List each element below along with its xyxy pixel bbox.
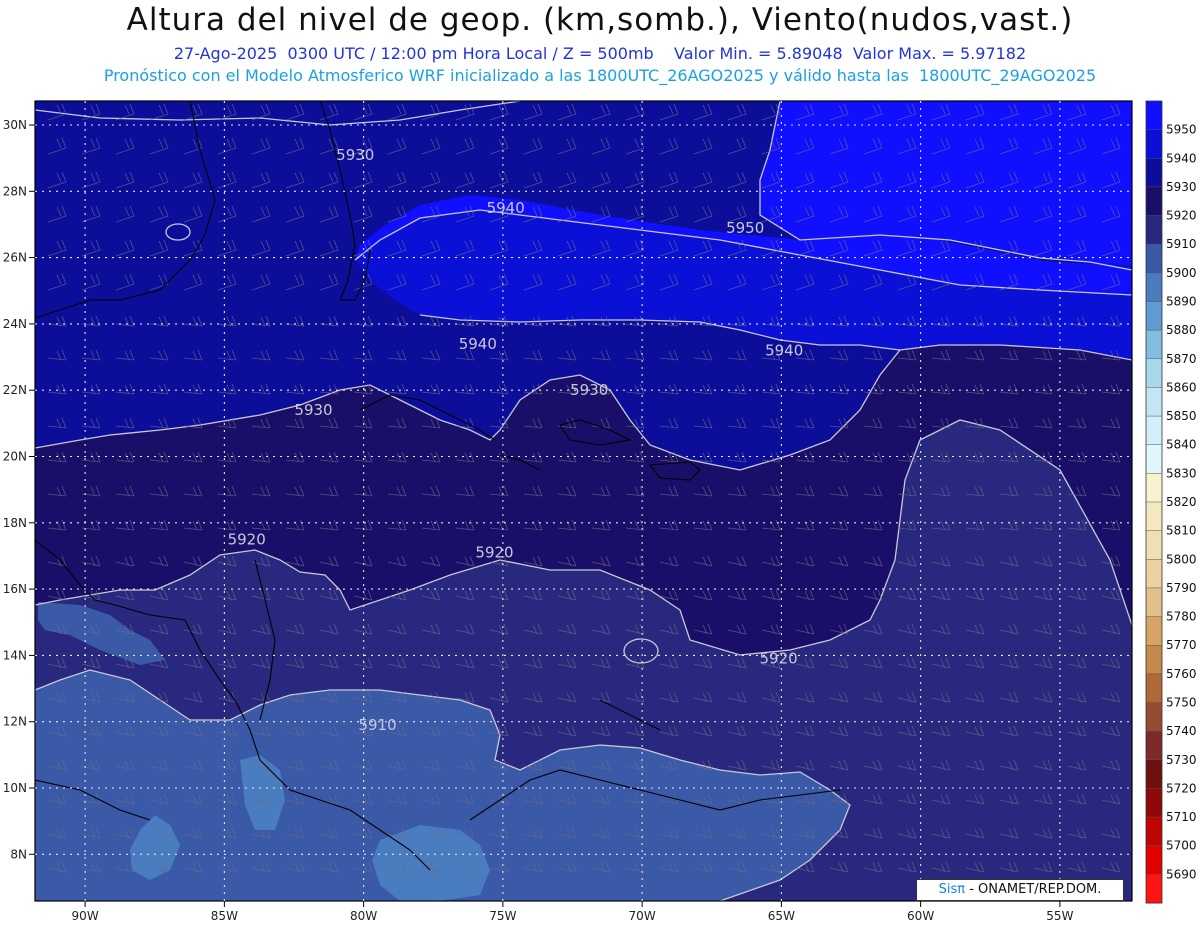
lat-label: 8N — [10, 847, 27, 861]
colorbar-label: 5940 — [1166, 151, 1197, 165]
colorbar-swatch — [1146, 473, 1162, 503]
colorbar-label: 5840 — [1166, 438, 1197, 452]
colorbar-label: 5700 — [1166, 839, 1197, 853]
contour-label: 5930 — [570, 381, 608, 399]
lat-label: 12N — [3, 715, 27, 729]
contour-label: 5910 — [358, 716, 396, 734]
colorbar-swatch — [1146, 759, 1162, 789]
colorbar-swatch — [1146, 101, 1162, 131]
colorbar-swatch — [1146, 129, 1162, 159]
colorbar-label: 5790 — [1166, 581, 1197, 595]
colorbar-swatch — [1146, 788, 1162, 818]
colorbar-label: 5710 — [1166, 810, 1197, 824]
colorbar-label: 5860 — [1166, 380, 1197, 394]
colorbar-label: 5720 — [1166, 781, 1197, 795]
lat-label: 24N — [3, 317, 27, 331]
colorbar-label: 5910 — [1166, 237, 1197, 251]
colorbar-swatch — [1146, 158, 1162, 188]
colorbar-label: 5880 — [1166, 323, 1197, 337]
lon-label: 90W — [72, 909, 99, 923]
colorbar-swatch — [1146, 215, 1162, 245]
lat-label: 20N — [3, 450, 27, 464]
colorbar-swatch — [1146, 416, 1162, 446]
colorbar-swatch — [1146, 874, 1162, 904]
colorbar-swatch — [1146, 186, 1162, 217]
contour-label: 5950 — [726, 219, 764, 237]
lon-label: 65W — [768, 909, 795, 923]
colorbar-label: 5850 — [1166, 409, 1197, 423]
contour-label: 5940 — [765, 341, 803, 359]
contour-label: 5920 — [475, 544, 513, 562]
colorbar-swatch — [1146, 387, 1162, 417]
colorbar-label: 5800 — [1166, 552, 1197, 566]
colorbar-label: 5810 — [1166, 524, 1197, 538]
lon-label: 85W — [211, 909, 238, 923]
lon-label: 70W — [629, 909, 656, 923]
contour-label: 5920 — [228, 530, 266, 548]
lon-label: 60W — [907, 909, 934, 923]
colorbar-swatch — [1146, 845, 1162, 875]
colorbar-swatch — [1146, 587, 1162, 618]
colorbar-label: 5920 — [1166, 209, 1197, 223]
colorbar-label: 5900 — [1166, 266, 1197, 280]
colorbar-swatch — [1146, 301, 1162, 331]
latitude-labels: 30N 28N 26N 24N 22N 20N 18N 16N 14N 12N 10N 8N — [3, 118, 27, 861]
colorbar-label: 5950 — [1166, 123, 1197, 137]
colorbar-label: 5890 — [1166, 295, 1197, 309]
colorbar-label: 5760 — [1166, 667, 1197, 681]
colorbar-label: 5740 — [1166, 724, 1197, 738]
colorbar-swatch — [1146, 673, 1162, 703]
colorbar-label: 5830 — [1166, 466, 1197, 480]
colorbar-label: 5780 — [1166, 610, 1197, 624]
lat-label: 14N — [3, 648, 27, 662]
colorbar-swatch — [1146, 530, 1162, 560]
lat-label: 26N — [3, 251, 27, 265]
lon-label: 75W — [489, 909, 516, 923]
colorbar-swatch — [1146, 444, 1162, 474]
colorbar-swatch — [1146, 330, 1162, 360]
lat-label: 22N — [3, 383, 27, 397]
contour-label: 5930 — [336, 146, 374, 164]
contour-label: 5940 — [459, 335, 497, 353]
colorbar-swatch — [1146, 731, 1162, 761]
lat-label: 16N — [3, 582, 27, 596]
contour-label: 5920 — [760, 650, 798, 668]
contour-label: 5930 — [294, 401, 332, 419]
colorbar-swatch — [1146, 559, 1162, 589]
colorbar-label: 5930 — [1166, 180, 1197, 194]
colorbar-swatch — [1146, 502, 1162, 532]
colorbar-swatch — [1146, 272, 1162, 302]
colorbar-label: 5770 — [1166, 638, 1197, 652]
contour-label: 5940 — [487, 199, 525, 217]
lon-label: 80W — [350, 909, 377, 923]
height-field — [35, 101, 1132, 901]
colorbar-label: 5820 — [1166, 495, 1197, 509]
lat-label: 30N — [3, 118, 27, 132]
lat-label: 10N — [3, 781, 27, 795]
colorbar-label: 5730 — [1166, 753, 1197, 767]
colorbar-swatch — [1146, 702, 1162, 732]
sispi-logo-text: Sisπ — [938, 882, 966, 897]
credit-box: Sisπ - ONAMET/REP.DOM. — [916, 879, 1124, 901]
colorbar-swatch — [1146, 616, 1162, 646]
colorbar-swatch — [1146, 817, 1162, 847]
colorbar-swatch — [1146, 244, 1162, 274]
colorbar-label: 5750 — [1166, 696, 1197, 710]
colorbar-swatch — [1146, 358, 1162, 388]
longitude-labels: 90W 85W 80W 75W 70W 65W 60W 55W — [72, 909, 1074, 923]
lat-label: 18N — [3, 516, 27, 530]
colorbar-label: 5870 — [1166, 352, 1197, 366]
colorbar: 5950 5940 5930 5920 5910 5900 5890 5880 5870 5860… — [1145, 100, 1197, 904]
lat-label: 28N — [3, 184, 27, 198]
credit-text: - ONAMET/REP.DOM. — [965, 882, 1102, 897]
lon-label: 55W — [1046, 909, 1073, 923]
colorbar-label: 5690 — [1166, 867, 1197, 881]
colorbar-swatch — [1146, 645, 1162, 675]
forecast-map: 90W 85W 80W 75W 70W 65W 60W 55W 30N 28N 26N 24N 22N… — [3, 100, 1197, 923]
